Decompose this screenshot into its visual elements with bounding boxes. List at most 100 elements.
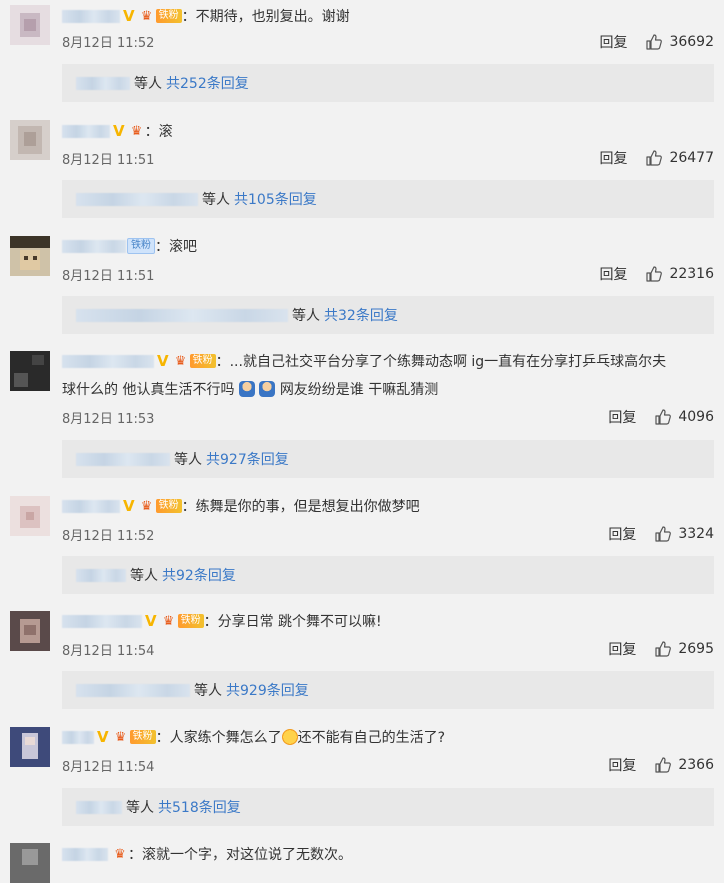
reply-button[interactable]: 回复 xyxy=(608,524,636,544)
doll-emoji-icon xyxy=(259,381,276,397)
view-replies-link[interactable]: 共92条回复 xyxy=(162,565,236,585)
view-replies-link[interactable]: 共929条回复 xyxy=(226,680,309,700)
comment-text-line2: 球什么的 他认真生活不行吗 网友纷纷是谁 干嘛乱猜测 xyxy=(62,381,439,398)
avatar[interactable] xyxy=(10,120,50,160)
username[interactable] xyxy=(62,847,108,861)
crown-icon: ♛ xyxy=(140,8,153,24)
fan-badge: 铁粉 xyxy=(177,614,204,628)
view-replies-link[interactable]: 共927条回复 xyxy=(206,449,289,469)
crown-icon: ♛ xyxy=(114,846,126,862)
like-count: 3324 xyxy=(678,526,714,542)
crown-icon: ♛ xyxy=(174,353,187,369)
timestamp: 8月12日 11:51 xyxy=(62,269,155,284)
reply-summary[interactable]: 等人 共105条回复 xyxy=(62,180,714,218)
fan-badge: 铁粉 xyxy=(127,238,155,254)
comment-text-cont: 还不能有自己的生活了? xyxy=(297,730,446,746)
reply-others-label: 等人 xyxy=(194,683,222,699)
smile-emoji-icon xyxy=(281,729,298,745)
username[interactable] xyxy=(62,354,154,368)
like-count: 4096 xyxy=(678,409,714,425)
like-count: 2366 xyxy=(678,757,714,773)
avatar[interactable] xyxy=(10,611,50,651)
verified-v-icon: V xyxy=(113,121,125,140)
timestamp: 8月12日 11:52 xyxy=(62,36,155,51)
username[interactable] xyxy=(62,730,94,744)
timestamp: 8月12日 11:52 xyxy=(62,529,155,544)
reply-usernames xyxy=(76,192,198,206)
fan-badge: 铁粉 xyxy=(155,9,182,23)
reply-button[interactable]: 回复 xyxy=(599,148,627,168)
crown-icon: ♛ xyxy=(162,613,175,629)
timestamp: 8月12日 11:54 xyxy=(62,760,155,775)
view-replies-link[interactable]: 共32条回复 xyxy=(324,305,398,325)
reply-usernames xyxy=(76,76,130,90)
thumbs-up-icon[interactable] xyxy=(645,265,663,283)
reply-button[interactable]: 回复 xyxy=(608,755,636,775)
reply-others-label: 等人 xyxy=(202,192,230,208)
reply-summary[interactable]: 等人 共32条回复 xyxy=(62,296,714,334)
fan-badge: 铁粉 xyxy=(129,730,156,744)
reply-usernames xyxy=(76,800,122,814)
crown-icon: ♛ xyxy=(140,498,153,514)
reply-summary[interactable]: 等人 共92条回复 xyxy=(62,556,714,594)
verified-v-icon: V xyxy=(123,6,135,25)
like-count: 26477 xyxy=(669,150,714,166)
username[interactable] xyxy=(62,124,110,138)
reply-summary[interactable]: 等人 共927条回复 xyxy=(62,440,714,478)
reply-summary[interactable]: 等人 共252条回复 xyxy=(62,64,714,102)
timestamp: 8月12日 11:51 xyxy=(62,153,155,168)
verified-v-icon: V xyxy=(123,496,135,515)
thumbs-up-icon[interactable] xyxy=(654,756,672,774)
reply-button[interactable]: 回复 xyxy=(599,264,627,284)
comment-text: ：滚就一个字，对这位说了无数次。 xyxy=(128,847,352,863)
like-count: 22316 xyxy=(669,266,714,282)
reply-usernames xyxy=(76,308,288,322)
reply-others-label: 等人 xyxy=(174,452,202,468)
fan-badge: 铁粉 xyxy=(155,499,182,513)
timestamp: 8月12日 11:54 xyxy=(62,644,155,659)
comment-text: ：人家练个舞怎么了 xyxy=(155,730,282,746)
reply-others-label: 等人 xyxy=(126,800,154,816)
avatar[interactable] xyxy=(10,496,50,536)
reply-button[interactable]: 回复 xyxy=(599,32,627,52)
reply-button[interactable]: 回复 xyxy=(608,407,636,427)
verified-v-icon: V xyxy=(145,611,157,630)
username[interactable] xyxy=(62,9,120,23)
verified-v-icon: V xyxy=(157,351,169,370)
crown-icon: ♛ xyxy=(114,729,127,745)
timestamp: 8月12日 11:53 xyxy=(62,412,155,427)
verified-v-icon: V xyxy=(97,727,109,746)
crown-icon: ♛ xyxy=(130,123,143,139)
reply-button[interactable]: 回复 xyxy=(608,639,636,659)
thumbs-up-icon[interactable] xyxy=(654,640,672,658)
like-count: 2695 xyxy=(678,641,714,657)
reply-summary[interactable]: 等人 共929条回复 xyxy=(62,671,714,709)
view-replies-link[interactable]: 共105条回复 xyxy=(234,189,317,209)
reply-usernames xyxy=(76,452,170,466)
thumbs-up-icon[interactable] xyxy=(645,149,663,167)
avatar[interactable] xyxy=(10,843,50,883)
comment-text: ：练舞是你的事，但是想复出你做梦吧 xyxy=(181,499,420,515)
username[interactable] xyxy=(62,499,120,513)
comment-text: ：不期待，也别复出。谢谢 xyxy=(181,9,350,25)
view-replies-link[interactable]: 共252条回复 xyxy=(166,73,249,93)
reply-usernames xyxy=(76,568,126,582)
avatar[interactable] xyxy=(10,727,50,767)
view-replies-link[interactable]: 共518条回复 xyxy=(158,797,241,817)
comment-text: ：分享日常 跳个舞不可以嘛! xyxy=(203,614,382,630)
reply-usernames xyxy=(76,683,190,697)
fan-badge: 铁粉 xyxy=(189,354,216,368)
username[interactable] xyxy=(62,239,126,253)
avatar[interactable] xyxy=(10,236,50,276)
like-count: 36692 xyxy=(669,34,714,50)
comment-text: ：滚 xyxy=(144,124,173,140)
avatar[interactable] xyxy=(10,351,50,391)
thumbs-up-icon[interactable] xyxy=(654,408,672,426)
reply-others-label: 等人 xyxy=(134,76,162,92)
thumbs-up-icon[interactable] xyxy=(654,525,672,543)
username[interactable] xyxy=(62,614,142,628)
reply-others-label: 等人 xyxy=(130,568,158,584)
thumbs-up-icon[interactable] xyxy=(645,33,663,51)
reply-summary[interactable]: 等人 共518条回复 xyxy=(62,788,714,826)
avatar[interactable] xyxy=(10,5,50,45)
